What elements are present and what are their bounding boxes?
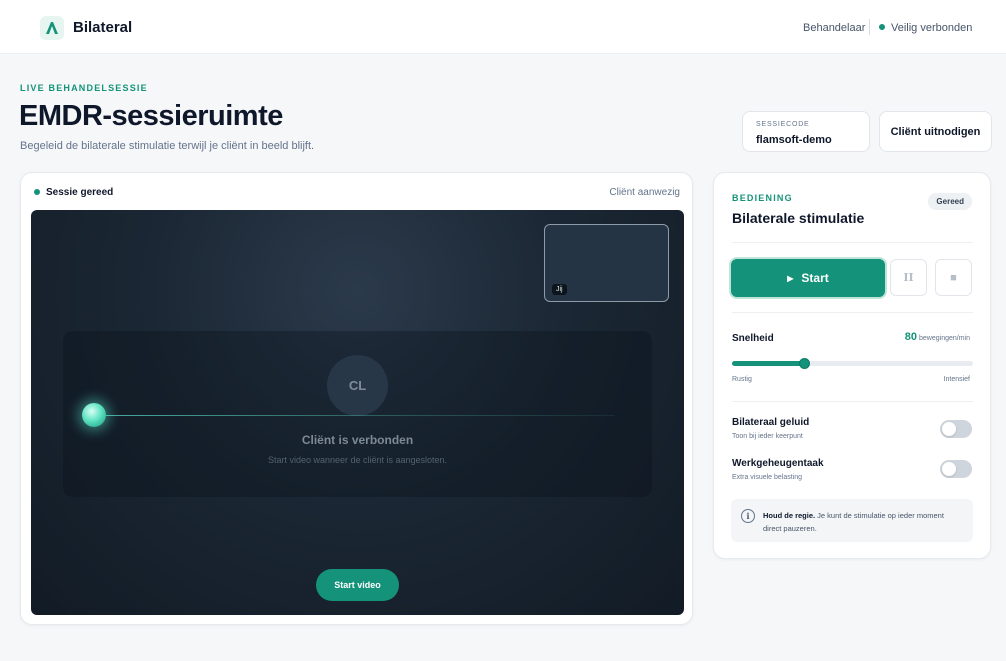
client-presence: Cliënt aanwezig xyxy=(609,187,680,198)
session-ready-dot xyxy=(34,189,40,195)
page-title: EMDR-sessieruimte xyxy=(19,100,283,132)
video-card: Sessie gereed Cliënt aanwezig Jij CL Cli… xyxy=(20,172,693,625)
session-code-box[interactable]: SESSIECODE flamsoft-demo xyxy=(742,111,870,152)
divider xyxy=(732,401,973,402)
pause-icon: II xyxy=(903,271,914,284)
self-preview-label: Jij xyxy=(552,284,567,295)
top-bar: Bilateral Behandelaar Veilig verbonden xyxy=(0,0,1006,54)
stimulation-track xyxy=(95,415,615,416)
toggle-knob xyxy=(942,422,956,436)
control-eyebrow: BEDIENING xyxy=(732,193,793,203)
page-eyebrow: LIVE BEHANDELSESSIE xyxy=(20,83,148,93)
session-status: Sessie gereed xyxy=(46,187,114,198)
user-role: Behandelaar xyxy=(803,22,866,34)
toggle-knob xyxy=(942,462,956,476)
option-memory-sub: Extra visuele belasting xyxy=(732,474,803,481)
speed-unit: bewegingen/min xyxy=(919,335,970,342)
speed-value: 80 xyxy=(904,331,918,343)
speed-readout: 80 bewegingen/min xyxy=(905,331,970,343)
speed-slider-fill xyxy=(732,361,805,366)
client-connected-hint: Start video wanneer de cliënt is aangesl… xyxy=(267,455,448,465)
speed-slider-thumb[interactable] xyxy=(799,358,811,369)
pause-button[interactable]: II xyxy=(890,259,927,296)
speed-slider[interactable] xyxy=(732,358,973,369)
session-code-label: SESSIECODE xyxy=(756,121,810,128)
connection-status-dot xyxy=(879,24,885,30)
start-stimulation-button[interactable]: ▶ Start xyxy=(731,259,885,297)
memory-task-toggle[interactable] xyxy=(940,460,972,478)
client-connected-title: Cliënt is verbonden xyxy=(301,433,414,447)
stimulation-orb-icon xyxy=(82,403,106,427)
invite-client-button[interactable]: Cliënt uitnodigen xyxy=(879,111,992,152)
a-mark-icon[interactable] xyxy=(40,16,64,40)
control-panel: BEDIENING Bilaterale stimulatie Gereed ▶… xyxy=(713,172,991,559)
session-code-value: flamsoft-demo xyxy=(756,134,832,146)
brand-name[interactable]: Bilateral xyxy=(73,19,132,36)
speed-min-label: Rustig xyxy=(732,376,752,383)
speed-max-label: Intensief xyxy=(943,376,970,383)
speed-label: Snelheid xyxy=(732,333,774,344)
sound-toggle[interactable] xyxy=(940,420,972,438)
self-preview[interactable]: Jij xyxy=(544,224,669,302)
option-memory-title: Werkgeheugentaak xyxy=(732,458,824,469)
info-box: i Houd de regie. Je kunt de stimulatie o… xyxy=(731,499,973,542)
nav-divider xyxy=(869,19,870,35)
divider xyxy=(732,312,973,313)
control-title: Bilaterale stimulatie xyxy=(732,210,865,226)
page-subtitle: Begeleid de bilaterale stimulatie terwij… xyxy=(20,140,315,152)
info-text: Houd de regie. Je kunt de stimulatie op … xyxy=(763,509,963,535)
divider xyxy=(732,242,973,243)
stop-button[interactable]: ■ xyxy=(935,259,972,296)
client-avatar: CL xyxy=(327,355,388,416)
remote-client-panel: CL Cliënt is verbonden Start video wanne… xyxy=(63,331,652,497)
play-icon: ▶ xyxy=(787,273,794,283)
option-sound-title: Bilateraal geluid xyxy=(732,417,810,428)
status-badge: Gereed xyxy=(928,193,972,210)
start-label: Start xyxy=(801,271,829,285)
stop-icon: ■ xyxy=(950,271,957,284)
connection-status: Veilig verbonden xyxy=(891,22,973,34)
video-stage: Jij CL Cliënt is verbonden Start video w… xyxy=(31,210,684,615)
info-bold: Houd de regie. xyxy=(763,511,816,520)
info-icon: i xyxy=(741,509,755,523)
option-sound-sub: Toon bij ieder keerpunt xyxy=(732,433,803,440)
start-video-button[interactable]: Start video xyxy=(316,569,399,601)
